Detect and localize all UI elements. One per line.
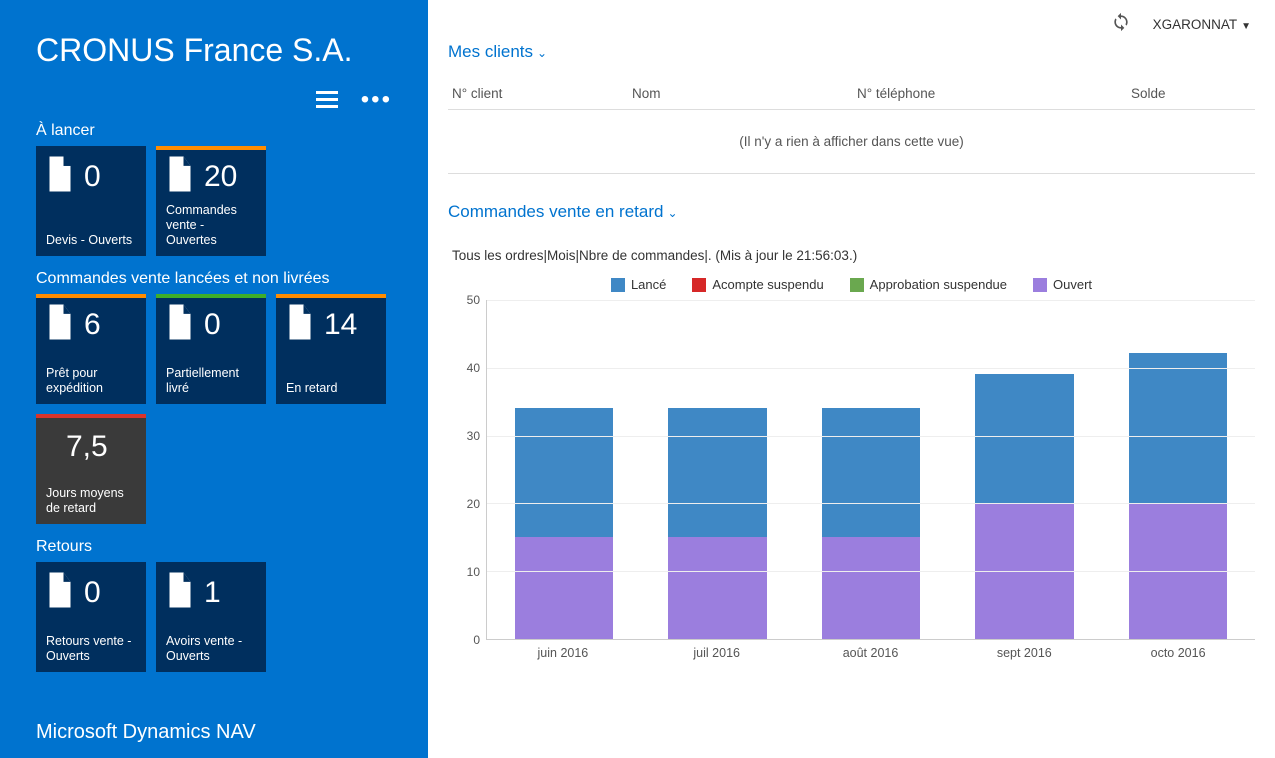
document-icon	[166, 572, 194, 613]
refresh-icon[interactable]	[1111, 12, 1131, 37]
y-axis: 01020304050	[448, 300, 486, 640]
menu-icon[interactable]	[316, 87, 338, 112]
commandes-retard-link[interactable]: Commandes vente en retard ⌄	[448, 202, 678, 222]
legend-label: Approbation suspendue	[870, 277, 1007, 292]
empty-message: (Il n'y a rien à afficher dans cette vue…	[448, 110, 1255, 174]
plot-area	[486, 300, 1255, 640]
user-name: XGARONNAT	[1153, 17, 1238, 32]
document-icon	[286, 304, 314, 345]
document-icon	[166, 304, 194, 345]
tile-retours-vente[interactable]: 0 Retours vente - Ouverts	[36, 562, 146, 672]
tile-avoirs-vente[interactable]: 1 Avoirs vente - Ouverts	[156, 562, 266, 672]
x-axis: juin 2016juil 2016août 2016sept 2016octo…	[486, 640, 1255, 660]
tile-label: Partiellement livré	[166, 366, 256, 396]
legend-label: Lancé	[631, 277, 666, 292]
section-label: Mes clients	[448, 42, 533, 61]
chart: 01020304050	[448, 300, 1255, 640]
legend-label: Ouvert	[1053, 277, 1092, 292]
tile-label: Retours vente - Ouverts	[46, 634, 136, 664]
col-tel: N° téléphone	[857, 86, 1131, 101]
legend-item[interactable]: Approbation suspendue	[850, 277, 1007, 292]
document-icon	[166, 156, 194, 197]
legend-item[interactable]: Lancé	[611, 277, 666, 292]
legend-item[interactable]: Acompte suspendu	[692, 277, 823, 292]
chevron-down-icon: ▼	[1241, 21, 1251, 32]
x-tick: juil 2016	[640, 640, 794, 660]
tile-value: 0	[84, 160, 101, 194]
y-tick: 30	[467, 429, 480, 443]
tile-label: Jours moyens de retard	[46, 486, 136, 516]
chevron-down-icon: ⌄	[537, 46, 547, 60]
legend-swatch	[1033, 278, 1047, 292]
section-not-delivered: Commandes vente lancées et non livrées	[36, 270, 392, 288]
document-icon	[46, 156, 74, 197]
section-label: Commandes vente en retard	[448, 202, 663, 221]
y-tick: 40	[467, 361, 480, 375]
bar-segment	[1129, 353, 1227, 503]
document-icon	[46, 572, 74, 613]
chart-legend: Lancé Acompte suspendu Approbation suspend…	[448, 277, 1255, 292]
footer-brand: Microsoft Dynamics NAV	[36, 721, 256, 744]
tile-pret-expedition[interactable]: 6 Prêt pour expédition	[36, 294, 146, 404]
x-tick: août 2016	[794, 640, 948, 660]
tile-value: 7,5	[46, 424, 136, 464]
y-tick: 0	[473, 633, 480, 647]
tile-label: Avoirs vente - Ouverts	[166, 634, 256, 664]
chevron-down-icon: ⌄	[667, 206, 677, 220]
x-tick: sept 2016	[947, 640, 1101, 660]
legend-swatch	[611, 278, 625, 292]
section-to-launch: À lancer	[36, 122, 392, 140]
bar-segment	[515, 537, 613, 639]
section-retours: Retours	[36, 538, 392, 556]
bar[interactable]	[1129, 353, 1227, 639]
tile-label: En retard	[286, 381, 376, 396]
x-tick: octo 2016	[1101, 640, 1255, 660]
tile-partiellement-livre[interactable]: 0 Partiellement livré	[156, 294, 266, 404]
main-content: XGARONNAT▼ Mes clients ⌄ N° client Nom N°…	[428, 0, 1275, 758]
bar[interactable]	[822, 408, 920, 639]
tile-commandes-ouvertes[interactable]: 20 Commandes vente - Ouvertes	[156, 146, 266, 256]
document-icon	[46, 304, 74, 345]
col-client-no: N° client	[452, 86, 632, 101]
chart-caption: Tous les ordres|Mois|Nbre de commandes|.…	[452, 248, 1255, 263]
user-menu[interactable]: XGARONNAT▼	[1153, 17, 1251, 32]
tile-value: 6	[84, 308, 101, 342]
bar-segment	[822, 537, 920, 639]
tile-devis-ouverts[interactable]: 0 Devis - Ouverts	[36, 146, 146, 256]
tile-value: 0	[84, 576, 101, 610]
bar-segment	[822, 408, 920, 537]
legend-label: Acompte suspendu	[712, 277, 823, 292]
mes-clients-link[interactable]: Mes clients ⌄	[448, 42, 547, 62]
tile-label: Devis - Ouverts	[46, 233, 136, 248]
clients-table-header: N° client Nom N° téléphone Solde	[448, 78, 1255, 110]
y-tick: 10	[467, 565, 480, 579]
x-tick: juin 2016	[486, 640, 640, 660]
y-tick: 20	[467, 497, 480, 511]
tile-jours-retard[interactable]: 7,5 Jours moyens de retard	[36, 414, 146, 524]
tile-en-retard[interactable]: 14 En retard	[276, 294, 386, 404]
tile-value: 0	[204, 308, 221, 342]
legend-item[interactable]: Ouvert	[1033, 277, 1092, 292]
more-icon[interactable]: •••	[361, 93, 392, 107]
tile-label: Commandes vente - Ouvertes	[166, 203, 256, 248]
bar-segment	[668, 537, 766, 639]
tile-value: 1	[204, 576, 221, 610]
tile-value: 20	[204, 160, 237, 194]
bar[interactable]	[668, 408, 766, 639]
bar[interactable]	[975, 374, 1073, 639]
col-nom: Nom	[632, 86, 857, 101]
tile-value: 14	[324, 308, 357, 342]
company-title: CRONUS France S.A.	[36, 32, 392, 69]
bar-segment	[975, 374, 1073, 503]
bar-segment	[515, 408, 613, 537]
bar[interactable]	[515, 408, 613, 639]
legend-swatch	[692, 278, 706, 292]
sidebar: CRONUS France S.A. ••• À lancer 0 Devis …	[0, 0, 428, 758]
y-tick: 50	[467, 293, 480, 307]
bar-segment	[668, 408, 766, 537]
legend-swatch	[850, 278, 864, 292]
tile-label: Prêt pour expédition	[46, 366, 136, 396]
col-solde: Solde	[1131, 86, 1251, 101]
